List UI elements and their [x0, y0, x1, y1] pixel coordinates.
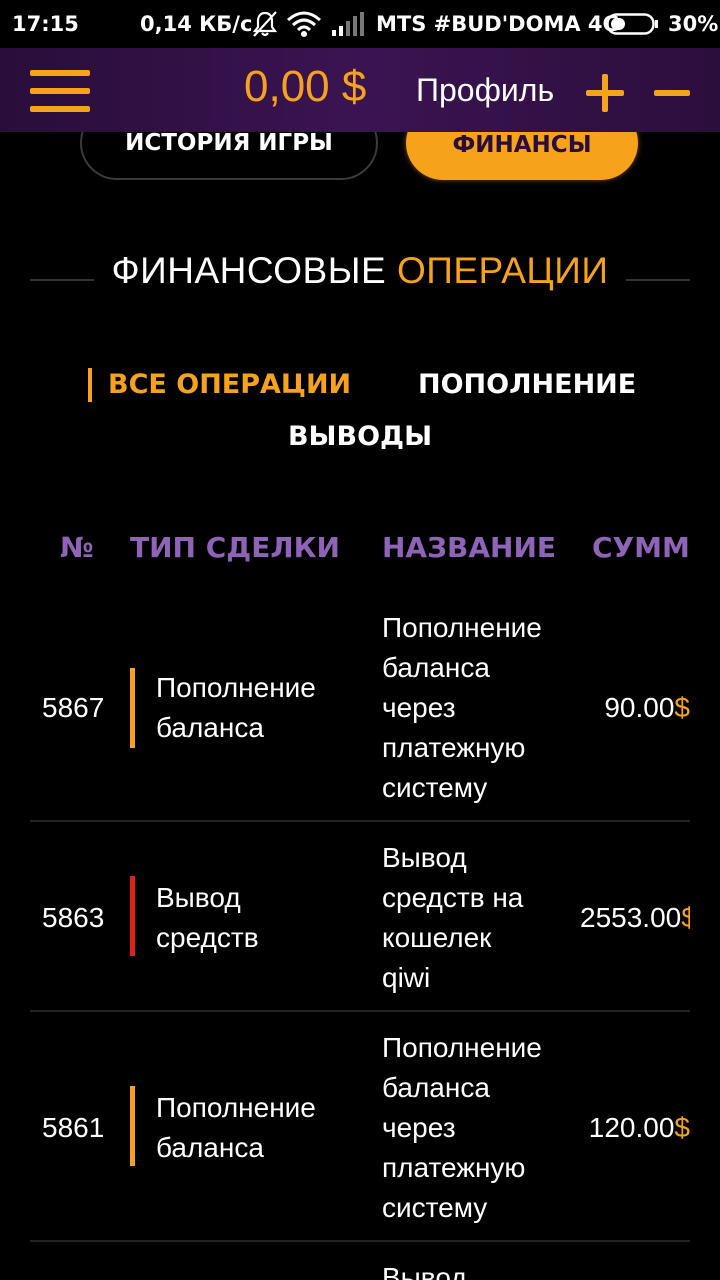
operation-name: Пополнение баланса через платежную систему [382, 1032, 542, 1223]
battery-icon [606, 13, 658, 35]
operation-sum: 120.00$ [588, 1112, 690, 1143]
balance-amount: 0,00 $ [244, 62, 367, 111]
operation-sum: 90.00$ [604, 692, 690, 723]
table-row[interactable]: 5867 Пополнение баланса Пополнение баланса… [30, 606, 690, 822]
tab-game-history-label: ИСТОРИЯ ИГРЫ [125, 130, 333, 156]
operation-name: Пополнение баланса через платежную систему [382, 612, 542, 803]
status-bar-indicator [130, 1086, 135, 1166]
section-title-part2: ОПЕРАЦИИ [396, 250, 609, 291]
table-row[interactable]: 5861 Пополнение баланса Пополнение баланса… [30, 1012, 690, 1242]
bell-muted-icon [252, 11, 278, 37]
profile-link[interactable]: Профиль [416, 72, 554, 109]
status-battery-percent: 30% [668, 12, 719, 36]
status-bar-indicator [130, 876, 135, 956]
section-title: ФИНАНСОВЫЕ ОПЕРАЦИИ [0, 250, 720, 292]
column-header-number: № [60, 531, 94, 564]
filter-deposits[interactable]: ПОПОЛНЕНИЕ [418, 368, 636, 402]
operation-number: 5863 [42, 902, 105, 933]
filter-withdrawals[interactable]: ВЫВОДЫ [0, 420, 720, 454]
signal-icon [332, 12, 364, 36]
status-bar-indicator [130, 668, 135, 748]
app-header: 0,00 $ Профиль [0, 48, 720, 132]
partial-row-name: Вывод [382, 1262, 467, 1280]
section-title-part1: ФИНАНСОВЫЕ [111, 250, 387, 291]
status-time: 17:15 [12, 12, 79, 36]
status-carrier: MTS #BUD'DOMA 4G [376, 12, 620, 36]
operation-name: Вывод средств на кошелек qiwi [382, 842, 524, 993]
column-header-sum: СУММА [592, 531, 690, 564]
operation-type: Пополнение баланса [156, 1092, 316, 1163]
column-header-name: НАЗВАНИЕ [382, 531, 557, 564]
operation-sum: 2553.00$ [580, 902, 690, 933]
operation-type: Вывод средств [156, 882, 259, 953]
minus-icon[interactable] [654, 74, 690, 112]
wifi-icon [287, 11, 321, 37]
tab-finance-label: ФИНАНСЫ [452, 132, 592, 158]
table-row[interactable]: 5863 Вывод средств Вывод средств на кошелек… [30, 822, 690, 1012]
operation-number: 5861 [42, 1112, 105, 1143]
column-header-type: ТИП СДЕЛКИ [130, 531, 340, 564]
status-network-speed: 0,14 КБ/с [140, 12, 253, 36]
operation-number: 5867 [42, 692, 105, 723]
menu-icon[interactable] [30, 70, 90, 112]
status-bar: 17:15 0,14 КБ/с MTS #BUD'DOMA 4G 30% [0, 0, 720, 48]
filter-all-operations[interactable]: ВСЕ ОПЕРАЦИИ [88, 368, 351, 402]
plus-icon[interactable] [586, 74, 624, 112]
operation-type: Пополнение баланса [156, 672, 316, 743]
